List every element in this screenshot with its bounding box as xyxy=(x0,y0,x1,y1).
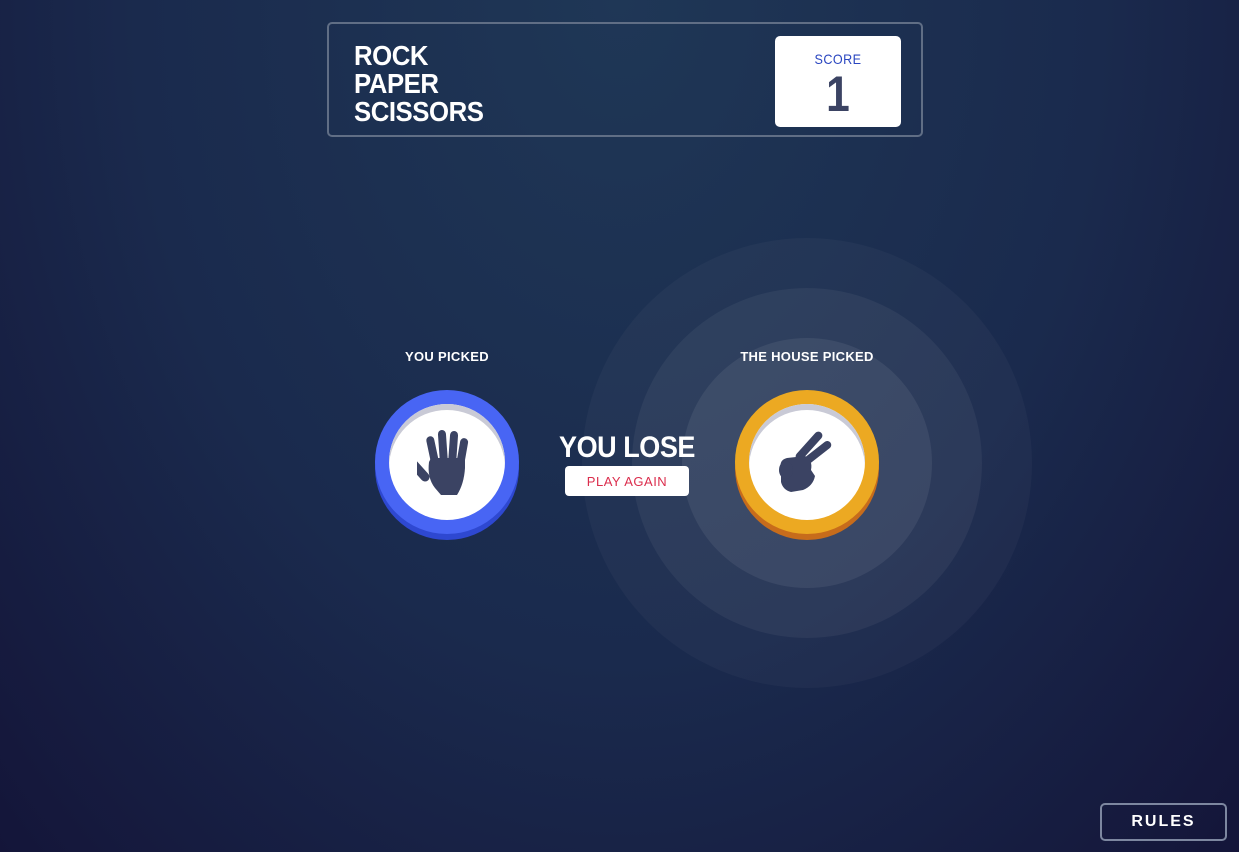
paper-hand-icon xyxy=(417,430,469,495)
score-box: SCORE 1 xyxy=(775,36,901,127)
scoreboard-header: ROCK PAPER SCISSORS SCORE 1 xyxy=(327,22,923,137)
title-line-paper: PAPER xyxy=(354,68,439,99)
score-label: SCORE xyxy=(814,51,862,67)
rules-button[interactable]: RULES xyxy=(1100,803,1227,841)
play-again-button[interactable]: PLAY AGAIN xyxy=(565,466,689,496)
house-choice-scissors xyxy=(735,390,879,534)
player-choice-paper xyxy=(375,390,519,534)
title-line-scissors: SCISSORS xyxy=(354,96,484,127)
result-text: YOU LOSE xyxy=(559,431,695,464)
score-value: 1 xyxy=(826,66,850,122)
game-title: ROCK PAPER SCISSORS xyxy=(354,40,484,127)
scissors-hand-icon xyxy=(779,431,832,492)
title-line-rock: ROCK xyxy=(354,40,429,71)
you-picked-label: YOU PICKED xyxy=(405,349,489,364)
